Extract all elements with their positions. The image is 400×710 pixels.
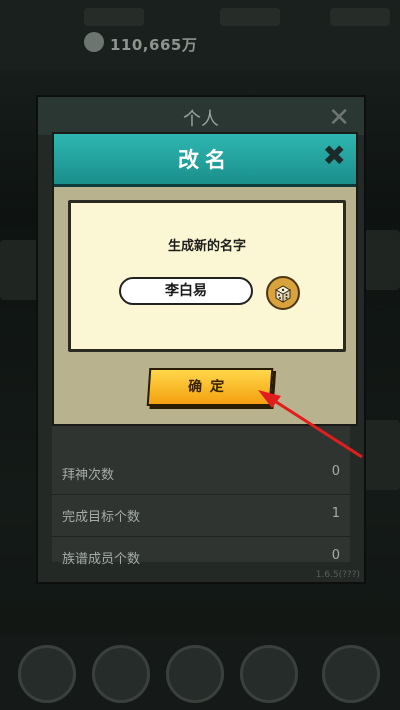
annotation-arrow-icon bbox=[258, 390, 363, 459]
